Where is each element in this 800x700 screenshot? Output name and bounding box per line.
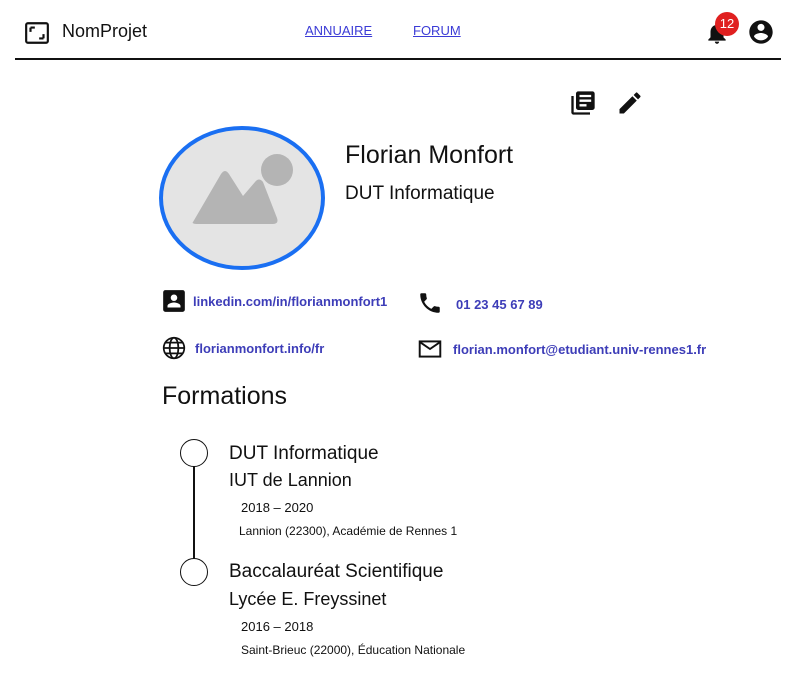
contact-card-icon bbox=[163, 290, 185, 312]
logo-icon bbox=[25, 22, 49, 44]
nav-link-forum[interactable]: FORUM bbox=[413, 23, 461, 38]
phone-link[interactable]: 01 23 45 67 89 bbox=[456, 297, 543, 312]
nav-link-annuaire[interactable]: ANNUAIRE bbox=[305, 23, 372, 38]
email-link[interactable]: florian.monfort@etudiant.univ-rennes1.fr bbox=[453, 342, 706, 357]
website-link[interactable]: florianmonfort.info/fr bbox=[195, 341, 324, 356]
formation-place: Saint-Brieuc (22000), Éducation National… bbox=[241, 643, 466, 657]
formation-degree: Baccalauréat Scientifique bbox=[229, 561, 444, 582]
formation-school: Lycée E. Freyssinet bbox=[229, 589, 387, 609]
formation-place: Lannion (22300), Académie de Rennes 1 bbox=[239, 524, 458, 538]
profile-subtitle: DUT Informatique bbox=[345, 183, 495, 204]
formation-degree: DUT Informatique bbox=[229, 443, 379, 464]
avatar bbox=[159, 126, 325, 270]
timeline-dot bbox=[180, 558, 208, 586]
globe-icon bbox=[162, 336, 186, 360]
timeline-dot bbox=[180, 439, 208, 467]
formation-years: 2016 – 2018 bbox=[241, 619, 314, 634]
mail-icon bbox=[418, 340, 442, 358]
timeline-line bbox=[193, 466, 195, 560]
formation-years: 2018 – 2020 bbox=[241, 500, 314, 515]
image-placeholder-icon bbox=[192, 154, 293, 224]
brand-name: NomProjet bbox=[62, 21, 148, 41]
formation-school: IUT de Lannion bbox=[229, 470, 352, 490]
pencil-icon[interactable] bbox=[616, 89, 644, 117]
profile-name: Florian Monfort bbox=[345, 141, 514, 169]
library-books-icon[interactable] bbox=[569, 89, 597, 117]
header-divider bbox=[15, 58, 781, 60]
linkedin-link[interactable]: linkedin.com/in/florianmonfort1 bbox=[193, 294, 387, 309]
formations-title: Formations bbox=[162, 382, 288, 410]
phone-icon bbox=[420, 293, 440, 313]
notification-badge: 12 bbox=[715, 12, 739, 36]
account-circle-icon[interactable] bbox=[747, 18, 775, 46]
